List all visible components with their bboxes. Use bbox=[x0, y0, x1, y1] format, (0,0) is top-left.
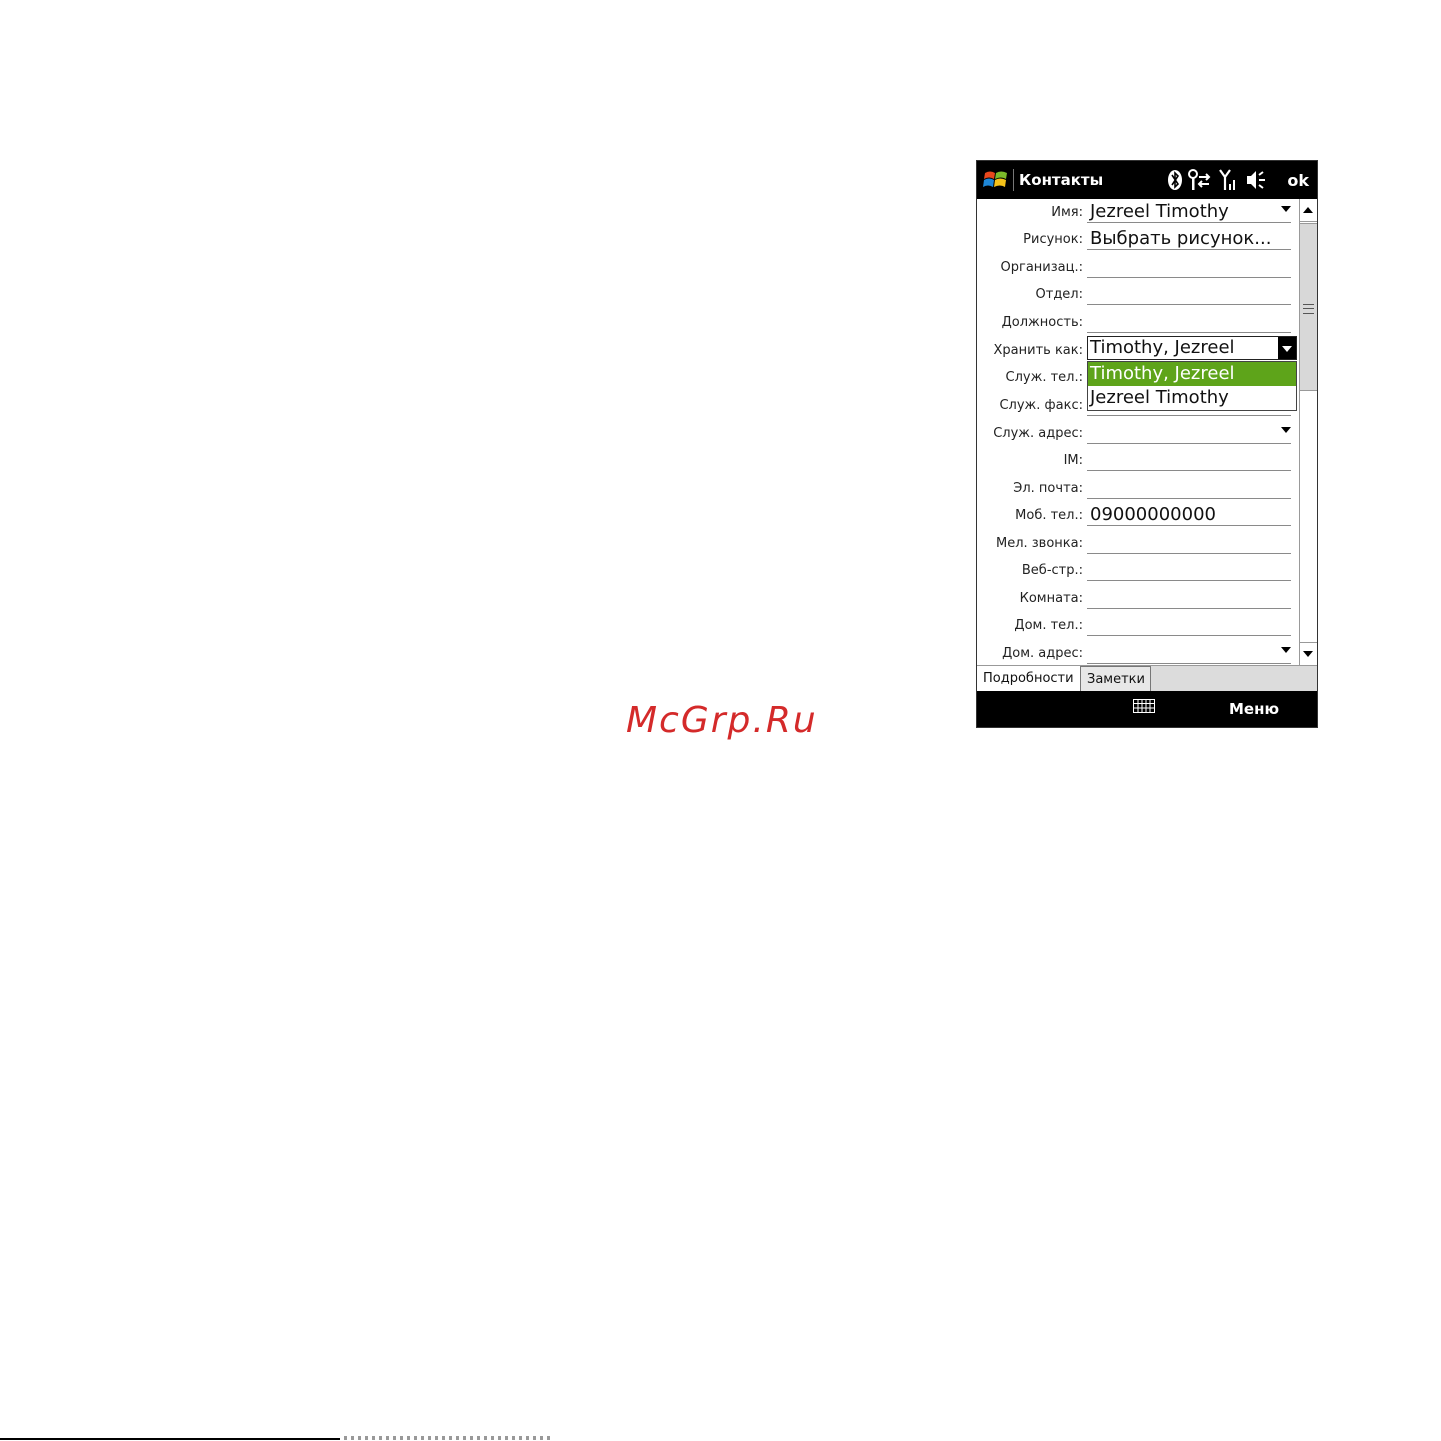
scroll-down-button[interactable] bbox=[1300, 642, 1317, 665]
field-label: Имя: bbox=[1051, 205, 1083, 220]
combo-dropdown-button[interactable] bbox=[1278, 337, 1296, 359]
field-row-home-phone: Дом. тел.: bbox=[977, 612, 1297, 639]
department-field[interactable] bbox=[1087, 283, 1291, 305]
field-row-work-address: Служ. адрес: bbox=[977, 420, 1297, 447]
field-row-company: Организац.: bbox=[977, 254, 1297, 281]
ok-button[interactable]: ok bbox=[1287, 171, 1309, 190]
field-row-ringtone: Мел. звонка: bbox=[977, 530, 1297, 557]
menu-button[interactable]: Меню bbox=[1229, 700, 1279, 718]
web-page-field[interactable] bbox=[1087, 559, 1291, 581]
field-row-job-title: Должность: bbox=[977, 309, 1297, 336]
file-as-value: Timothy, Jezreel bbox=[1090, 337, 1235, 358]
scroll-thumb[interactable] bbox=[1300, 223, 1317, 391]
name-field[interactable]: Jezreel Timothy bbox=[1087, 201, 1291, 223]
email-field[interactable] bbox=[1087, 477, 1291, 499]
footer-rule bbox=[0, 1438, 340, 1440]
field-label: Моб. тел.: bbox=[1015, 508, 1083, 523]
field-row-email: Эл. почта: bbox=[977, 475, 1297, 502]
contact-form: Имя: Jezreel Timothy Рисунок: Выбрать ри… bbox=[977, 199, 1297, 665]
field-label: Служ. тел.: bbox=[1005, 370, 1083, 385]
dropdown-arrow-icon[interactable] bbox=[1281, 427, 1291, 433]
arrow-up-icon bbox=[1303, 207, 1313, 213]
file-as-combobox[interactable]: Timothy, Jezreel bbox=[1087, 336, 1297, 360]
im-field[interactable] bbox=[1087, 449, 1291, 471]
tab-bar: Подробности Заметки bbox=[977, 665, 1317, 691]
home-phone-field[interactable] bbox=[1087, 614, 1291, 636]
field-label: Рисунок: bbox=[1023, 232, 1083, 247]
home-address-field[interactable] bbox=[1087, 642, 1291, 664]
field-label: Дом. тел.: bbox=[1014, 618, 1083, 633]
work-address-field[interactable] bbox=[1087, 422, 1291, 444]
field-label: Веб-стр.: bbox=[1021, 563, 1083, 578]
field-row-name: Имя: Jezreel Timothy bbox=[977, 199, 1297, 226]
watermark: McGrp.Ru bbox=[626, 700, 818, 741]
soft-key-bar: Меню bbox=[977, 691, 1317, 727]
field-row-home-address: Дом. адрес: bbox=[977, 640, 1297, 667]
dropdown-arrow-icon[interactable] bbox=[1281, 206, 1291, 212]
app-title: Контакты bbox=[1019, 171, 1104, 189]
field-label: IM: bbox=[1063, 453, 1083, 468]
scroll-up-button[interactable] bbox=[1300, 199, 1317, 222]
tab-details[interactable]: Подробности bbox=[977, 666, 1081, 691]
field-label: Мел. звонка: bbox=[995, 536, 1083, 551]
dropdown-arrow-icon[interactable] bbox=[1281, 647, 1291, 653]
field-label: Эл. почта: bbox=[1013, 481, 1083, 496]
footer-print-marks bbox=[344, 1436, 554, 1440]
field-label: Должность: bbox=[1001, 315, 1083, 330]
dropdown-option[interactable]: Jezreel Timothy bbox=[1088, 386, 1296, 410]
windows-start-icon[interactable] bbox=[983, 169, 1009, 191]
keyboard-icon[interactable] bbox=[1133, 699, 1155, 713]
field-label: Комната: bbox=[1019, 591, 1083, 606]
arrow-down-icon bbox=[1303, 651, 1313, 657]
mobile-phone-field[interactable]: 09000000000 bbox=[1087, 504, 1291, 526]
job-title-field[interactable] bbox=[1087, 311, 1291, 333]
office-field[interactable] bbox=[1087, 587, 1291, 609]
field-label: Хранить как: bbox=[993, 343, 1084, 358]
field-row-picture: Рисунок: Выбрать рисунок... bbox=[977, 226, 1297, 253]
company-field[interactable] bbox=[1087, 256, 1291, 278]
field-row-office: Комната: bbox=[977, 585, 1297, 612]
vertical-scrollbar[interactable] bbox=[1299, 199, 1317, 665]
picture-field[interactable]: Выбрать рисунок... bbox=[1087, 228, 1291, 250]
dropdown-option-selected[interactable]: Timothy, Jezreel bbox=[1088, 362, 1296, 386]
field-row-web: Веб-стр.: bbox=[977, 557, 1297, 584]
title-separator bbox=[1013, 169, 1014, 191]
field-label: Дом. адрес: bbox=[1002, 646, 1083, 661]
field-row-im: IM: bbox=[977, 447, 1297, 474]
bluetooth-icon[interactable] bbox=[1167, 168, 1183, 192]
volume-icon[interactable] bbox=[1245, 168, 1269, 192]
title-bar: Контакты ok bbox=[977, 161, 1317, 199]
file-as-dropdown-list: Timothy, Jezreel Jezreel Timothy bbox=[1087, 361, 1297, 411]
field-label: Служ. адрес: bbox=[993, 426, 1083, 441]
pocket-pc-screen: Контакты ok Имя: Jezreel Timothy Рисунок… bbox=[976, 160, 1318, 728]
tab-notes[interactable]: Заметки bbox=[1081, 666, 1151, 691]
connectivity-icon[interactable] bbox=[1187, 168, 1213, 192]
field-row-department: Отдел: bbox=[977, 281, 1297, 308]
chevron-down-icon bbox=[1282, 346, 1292, 352]
ringtone-field[interactable] bbox=[1087, 532, 1291, 554]
signal-icon[interactable] bbox=[1219, 168, 1237, 192]
field-label: Организац.: bbox=[1000, 260, 1083, 275]
grip-icon bbox=[1303, 304, 1314, 314]
field-label: Служ. факс: bbox=[999, 398, 1083, 413]
field-label: Отдел: bbox=[1035, 287, 1083, 302]
field-row-mobile: Моб. тел.: 09000000000 bbox=[977, 502, 1297, 529]
